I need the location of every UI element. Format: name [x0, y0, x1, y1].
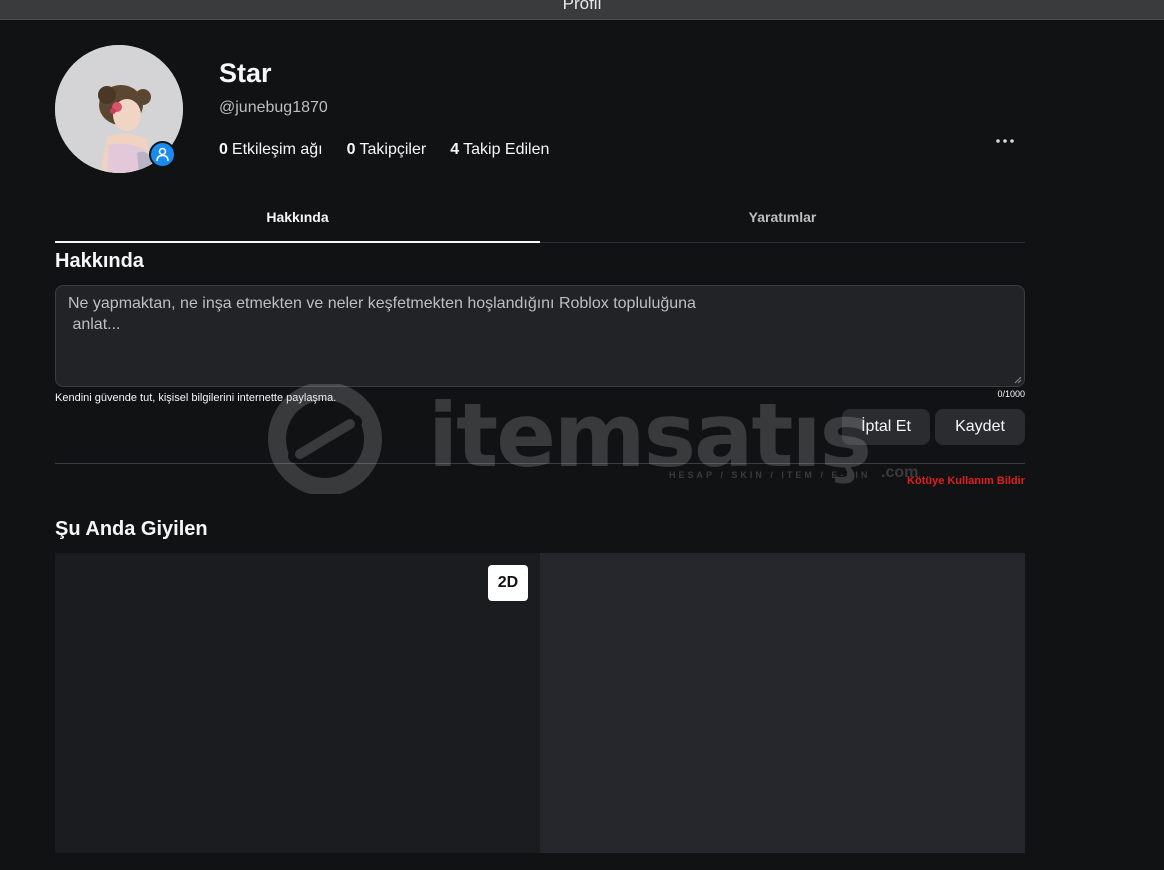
safety-note: Kendini güvende tut, kişisel bilgilerini…	[55, 392, 337, 404]
stat-label: Takip Edilen	[463, 141, 550, 158]
profile-tabs: Hakkında Yaratımlar	[55, 196, 1025, 243]
stat-followers[interactable]: 0 Takipçiler	[347, 141, 427, 159]
window-title: Profil	[562, 0, 602, 13]
stat-label: Takipçiler	[359, 141, 427, 158]
avatar-3d-viewport[interactable]	[55, 553, 540, 853]
wearing-items-panel	[540, 553, 1025, 853]
ellipsis-icon	[996, 139, 1014, 143]
tab-creations[interactable]: Yaratımlar	[540, 196, 1025, 242]
char-counter: 0/1000	[997, 389, 1025, 399]
stat-count: 0	[346, 141, 356, 158]
about-placeholder: Ne yapmaktan, ne inşa etmekten ve neler …	[68, 295, 696, 333]
about-textarea[interactable]: Ne yapmaktan, ne inşa etmekten ve neler …	[55, 285, 1025, 387]
watermark: itemsatış HESAP / SKIN / ITEM / E-PIN .c…	[245, 384, 945, 494]
divider	[55, 463, 1025, 464]
resize-grip-icon[interactable]	[1014, 376, 1022, 384]
about-section-title: Hakkında	[55, 250, 144, 272]
username: @junebug1870	[219, 99, 328, 116]
watermark-brand: itemsatış	[428, 384, 872, 487]
person-icon	[149, 141, 176, 168]
toggle-2d-button[interactable]: 2D	[488, 565, 528, 601]
stat-connections[interactable]: 0 Etkileşim ağı	[219, 141, 323, 159]
tab-about[interactable]: Hakkında	[55, 196, 540, 243]
window-titlebar: Profil	[0, 0, 1164, 20]
more-options-button[interactable]	[990, 128, 1020, 154]
stat-following[interactable]: 4 Takip Edilen	[450, 141, 549, 159]
display-name: Star	[219, 58, 272, 88]
cancel-button[interactable]: İptal Et	[842, 409, 930, 445]
profile-stats: 0 Etkileşim ağı 0 Takipçiler 4 Takip Edi…	[219, 141, 573, 159]
stat-count: 0	[219, 141, 228, 158]
save-button[interactable]: Kaydet	[935, 409, 1025, 445]
watermark-tagline: HESAP / SKIN / ITEM / E-PIN	[669, 470, 871, 480]
report-abuse-link[interactable]: Kötüye Kullanım Bildir	[907, 475, 1025, 487]
stat-label: Etkileşim ağı	[231, 141, 323, 158]
currently-wearing-title: Şu Anda Giyilen	[55, 518, 208, 540]
stat-count: 4	[450, 141, 460, 158]
